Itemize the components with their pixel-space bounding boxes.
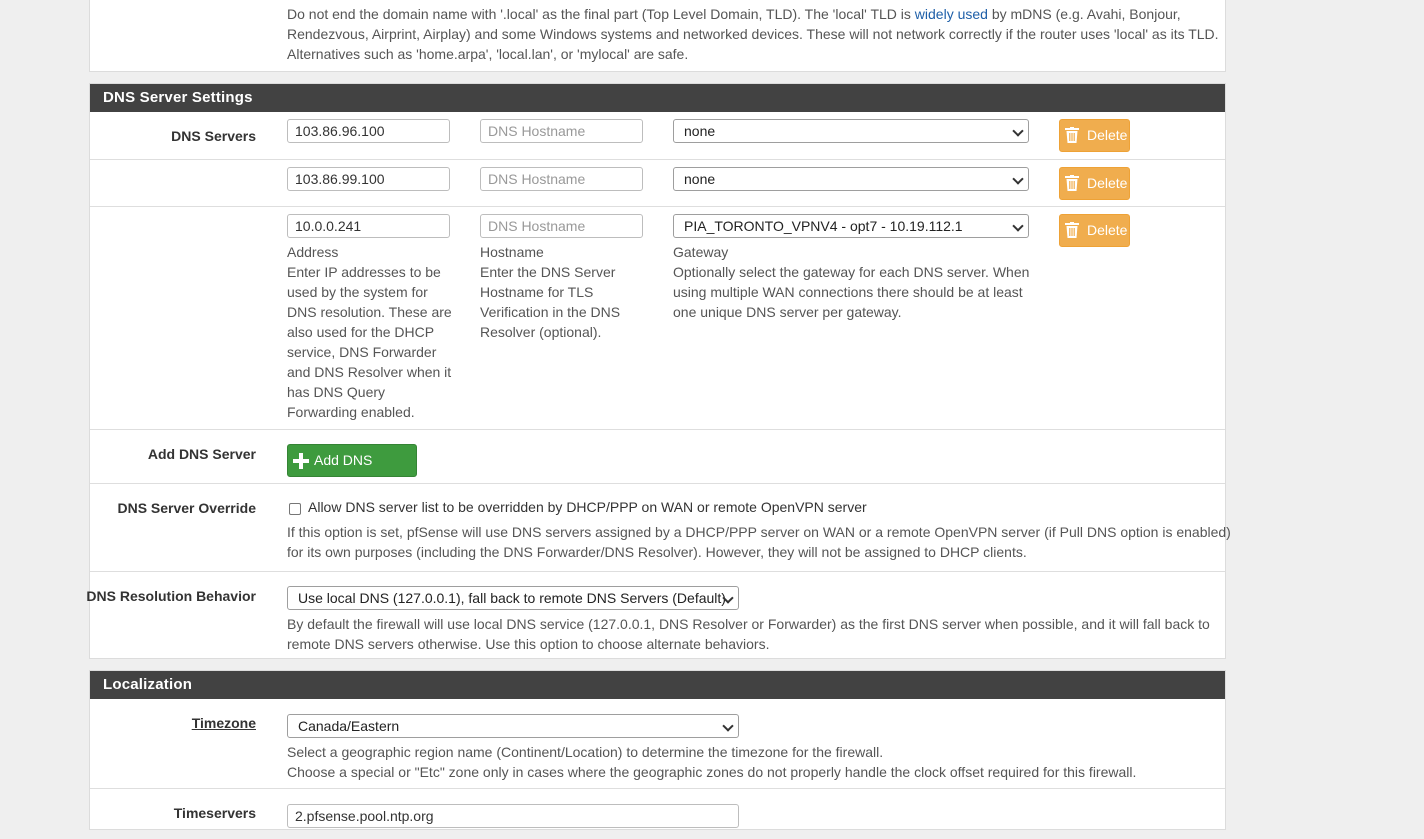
- timezone-help: Select a geographic region name (Contine…: [287, 742, 1136, 782]
- timezone-select[interactable]: Canada/Eastern: [287, 714, 739, 738]
- widely-used-link[interactable]: widely used: [915, 6, 988, 22]
- delete-label-3: Delete: [1087, 222, 1128, 238]
- dns-hostname-input-1[interactable]: DNS Hostname: [480, 119, 643, 143]
- gateway-sublabel: Gateway: [673, 244, 729, 260]
- dns-gateway-select-1[interactable]: none: [673, 119, 1029, 143]
- dns-override-checkbox[interactable]: [289, 503, 301, 515]
- hostname-sublabel: Hostname: [480, 244, 544, 260]
- hostname-help-line: Enter the DNS Server: [480, 264, 616, 280]
- dns-resolution-help-line: By default the firewall will use local D…: [287, 616, 1210, 632]
- dns-gateway-value-3: PIA_TORONTO_VPNV4 - opt7 - 10.19.112.1: [684, 218, 963, 234]
- address-help-line: Forwarding enabled.: [287, 404, 415, 420]
- dns-resolution-value: Use local DNS (127.0.0.1), fall back to …: [298, 590, 726, 606]
- address-help-line: service, DNS Forwarder: [287, 344, 437, 360]
- timezone-help-line: Choose a special or "Etc" zone only in c…: [287, 764, 1137, 780]
- dns-gateway-value-2: none: [684, 171, 716, 187]
- delete-label-1: Delete: [1087, 127, 1128, 143]
- gateway-help: Gateway Optionally select the gateway fo…: [673, 242, 1053, 322]
- dns-address-input-2[interactable]: 103.86.99.100: [287, 167, 450, 191]
- dns-gateway-select-3[interactable]: PIA_TORONTO_VPNV4 - opt7 - 10.19.112.1: [673, 214, 1029, 238]
- localization-panel: Localization Timezone Canada/Eastern Sel…: [89, 670, 1226, 830]
- add-dns-server-row: Add DNS Server Add DNS Server: [90, 429, 1225, 499]
- hostname-help-line: Hostname for TLS: [480, 284, 594, 300]
- hostname-help-line: Verification in the DNS: [480, 304, 621, 320]
- address-help-line: Enter IP addresses to be: [287, 264, 441, 280]
- dns-gateway-select-2[interactable]: none: [673, 167, 1029, 191]
- address-help-line: and DNS Resolver when it: [287, 364, 452, 380]
- chevron-down-icon: [1012, 125, 1024, 137]
- dns-override-checkbox-label[interactable]: Allow DNS server list to be overridden b…: [308, 499, 867, 515]
- timeservers-row: Timeservers 2.pfsense.pool.ntp.org: [90, 788, 1225, 839]
- dns-resolution-select[interactable]: Use local DNS (127.0.0.1), fall back to …: [287, 586, 739, 610]
- add-dns-server-button[interactable]: Add DNS Server: [287, 444, 417, 499]
- timeservers-input[interactable]: 2.pfsense.pool.ntp.org: [287, 804, 739, 828]
- plus-icon: [293, 453, 309, 469]
- delete-button-2[interactable]: Delete: [1059, 167, 1130, 200]
- domain-note-line2: Rendezvous, Airprint, Airplay) and some …: [287, 26, 1219, 42]
- localization-title: Localization: [90, 671, 1225, 699]
- domain-note-line3: Alternatives such as 'home.arpa', 'local…: [287, 46, 689, 62]
- trash-icon: [1065, 222, 1079, 238]
- dns-resolution-help-line: remote DNS servers otherwise. Use this o…: [287, 636, 770, 652]
- dns-gateway-value-1: none: [684, 123, 716, 139]
- dns-override-help-line: for its own purposes (including the DNS …: [287, 544, 1027, 560]
- chevron-down-icon: [1012, 173, 1024, 185]
- timeservers-label: Timeservers: [173, 805, 256, 821]
- hostname-help-line: Resolver (optional).: [480, 324, 602, 340]
- dns-address-input-1[interactable]: 103.86.96.100: [287, 119, 450, 143]
- dns-section-title: DNS Server Settings: [90, 84, 1225, 112]
- address-help: Address Enter IP addresses to be used by…: [287, 242, 467, 422]
- timezone-help-line: Select a geographic region name (Contine…: [287, 744, 884, 760]
- delete-button-1[interactable]: Delete: [1059, 119, 1130, 152]
- dns-override-help-line: If this option is set, pfSense will use …: [287, 524, 1231, 540]
- address-help-line: also used for the DHCP: [287, 324, 435, 340]
- domain-panel: Do not end the domain name with '.local'…: [89, 0, 1226, 72]
- timezone-label: Timezone: [191, 715, 256, 731]
- delete-button-3[interactable]: Delete: [1059, 214, 1130, 247]
- address-help-line: DNS resolution. These are: [287, 304, 452, 320]
- add-dns-server-label: Add DNS Server: [147, 446, 256, 462]
- trash-icon: [1065, 175, 1079, 191]
- hostname-help: Hostname Enter the DNS Server Hostname f…: [480, 242, 660, 342]
- dns-resolution-row: DNS Resolution Behavior Use local DNS (1…: [86, 571, 1225, 660]
- dns-server-row-3: 10.0.0.241 DNS Hostname PIA_TORONTO_VPNV…: [90, 206, 1225, 429]
- dns-server-override-row: DNS Server Override Allow DNS server lis…: [90, 483, 1231, 571]
- chevron-down-icon: [1012, 220, 1024, 232]
- dns-server-row-1: DNS Servers 103.86.96.100 DNS Hostname n…: [90, 112, 1225, 159]
- dns-hostname-input-2[interactable]: DNS Hostname: [480, 167, 643, 191]
- domain-note-text: Do not end the domain name with '.local'…: [287, 6, 915, 22]
- dns-resolution-label: DNS Resolution Behavior: [86, 588, 256, 604]
- timezone-row: Timezone Canada/Eastern Select a geograp…: [90, 699, 1225, 788]
- gateway-help-line: one unique DNS server per gateway.: [673, 304, 902, 320]
- timezone-value: Canada/Eastern: [298, 718, 400, 734]
- gateway-help-line: Optionally select the gateway for each D…: [673, 264, 1030, 280]
- dns-address-input-3[interactable]: 10.0.0.241: [287, 214, 450, 238]
- gateway-help-line: using multiple WAN connections there sho…: [673, 284, 1023, 300]
- domain-note-text-2: by mDNS (e.g. Avahi, Bonjour,: [987, 6, 1181, 22]
- dns-hostname-input-3[interactable]: DNS Hostname: [480, 214, 643, 238]
- address-help-line: has DNS Query: [287, 384, 386, 400]
- address-help-line: used by the system for: [287, 284, 428, 300]
- dns-server-row-2: 103.86.99.100 DNS Hostname none Delete: [90, 159, 1225, 206]
- delete-label-2: Delete: [1087, 175, 1128, 191]
- dns-server-override-label: DNS Server Override: [117, 500, 256, 516]
- chevron-down-icon: [722, 720, 734, 732]
- address-sublabel: Address: [287, 244, 339, 260]
- dns-resolution-help: By default the firewall will use local D…: [287, 614, 1210, 654]
- dns-servers-label: DNS Servers: [171, 128, 256, 144]
- dns-server-settings-panel: DNS Server Settings DNS Servers 103.86.9…: [86, 83, 1231, 660]
- dns-override-help: If this option is set, pfSense will use …: [287, 522, 1231, 562]
- trash-icon: [1065, 127, 1079, 143]
- domain-note: Do not end the domain name with '.local'…: [287, 4, 1222, 64]
